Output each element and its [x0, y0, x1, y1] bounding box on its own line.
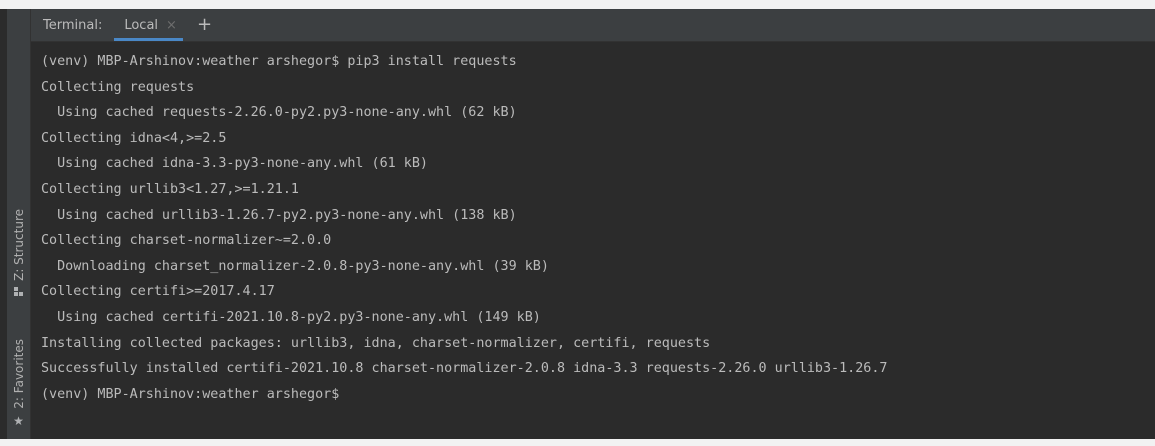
- terminal-tab-bar: Terminal: Local × +: [31, 9, 1155, 42]
- terminal-line: Collecting urllib3<1.27,>=1.21.1: [41, 181, 299, 197]
- terminal-line: Collecting certifi>=2017.4.17: [41, 284, 275, 300]
- tab-local-label: Local: [124, 17, 159, 33]
- window-frame-bottom: [0, 439, 1155, 446]
- window-frame-top: [0, 0, 1155, 9]
- favorites-tool-button[interactable]: 2: Favorites ★: [7, 339, 30, 435]
- terminal-line: (venv) MBP-Arshinov:weather arshegor$ pi…: [41, 54, 517, 69]
- terminal-tool-window: Z: Structure 2: Favorites ★ Terminal: Lo…: [7, 9, 1155, 439]
- structure-label: Z: Structure: [11, 209, 26, 281]
- terminal-line: Collecting requests: [41, 79, 195, 95]
- terminal-line: Downloading charset_normalizer-2.0.8-py3…: [41, 258, 549, 274]
- structure-icon: [14, 286, 23, 296]
- terminal-line: Using cached idna-3.3-py3-none-any.whl (…: [41, 156, 428, 172]
- close-tab-icon[interactable]: ×: [166, 18, 177, 33]
- terminal-line: Collecting idna<4,>=2.5: [41, 130, 227, 146]
- terminal-output[interactable]: (venv) MBP-Arshinov:weather arshegor$ pi…: [41, 49, 1155, 439]
- terminal-line: Installing collected packages: urllib3, …: [41, 335, 711, 351]
- terminal-title: Terminal:: [43, 17, 103, 33]
- terminal-line: Using cached requests-2.26.0-py2.py3-non…: [41, 105, 517, 121]
- star-icon: ★: [13, 413, 24, 428]
- terminal-prompt-line: (venv) MBP-Arshinov:weather arshegor$: [41, 386, 340, 402]
- terminal-line: Using cached certifi-2021.10.8-py2.py3-n…: [41, 309, 541, 325]
- active-tab-indicator: [114, 38, 183, 41]
- new-tab-button[interactable]: +: [197, 16, 212, 34]
- structure-tool-button[interactable]: Z: Structure: [7, 209, 30, 314]
- favorites-label: 2: Favorites: [11, 339, 26, 409]
- terminal-line: Using cached urllib3-1.26.7-py2.py3-none…: [41, 207, 517, 223]
- terminal-line: Collecting charset-normalizer~=2.0.0: [41, 233, 332, 249]
- left-tool-stripe: Z: Structure 2: Favorites ★: [7, 9, 31, 439]
- tab-local[interactable]: Local ×: [114, 9, 183, 41]
- terminal-line: Successfully installed certifi-2021.10.8…: [41, 361, 888, 377]
